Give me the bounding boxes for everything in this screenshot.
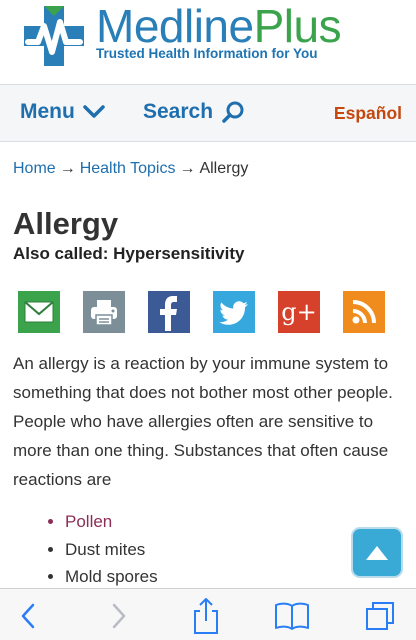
twitter-share-button[interactable]: [213, 291, 255, 333]
forward-icon: [112, 603, 126, 629]
rss-icon: [352, 300, 376, 324]
search-icon: [222, 101, 244, 123]
also-called-subtitle: Also called: Hypersensitivity: [13, 244, 245, 263]
breadcrumb: Home → Health Topics → Allergy: [13, 160, 248, 178]
chevron-down-icon: [83, 105, 105, 118]
email-icon: [24, 301, 54, 323]
search-label: Search: [143, 100, 214, 123]
tabs-icon: [366, 602, 394, 630]
back-button[interactable]: [10, 601, 46, 631]
search-button[interactable]: Search: [143, 100, 245, 124]
bookmarks-button[interactable]: [274, 601, 310, 631]
breadcrumb-separator: →: [59, 160, 76, 177]
forward-button[interactable]: [101, 601, 137, 631]
menu-button[interactable]: Menu: [20, 100, 105, 124]
intro-paragraph: An allergy is a reaction by your immune …: [13, 354, 393, 489]
google-plus-icon: g+: [281, 298, 317, 326]
rss-subscribe-button[interactable]: [343, 291, 385, 333]
share-icon: [194, 598, 218, 634]
google-plus-share-button[interactable]: g+: [278, 291, 320, 333]
twitter-icon: [219, 301, 248, 325]
logo-tagline: Trusted Health Information for You: [96, 46, 318, 61]
back-icon: [21, 603, 35, 629]
breadcrumb-home-link[interactable]: Home: [13, 160, 56, 177]
list-item-pollen-link[interactable]: Pollen: [65, 508, 158, 536]
print-button[interactable]: [83, 291, 125, 333]
list-item: Dust mites: [65, 536, 158, 564]
nav-bar: Menu Search Español: [0, 84, 416, 142]
allergen-list: Pollen Dust mites Mold spores: [13, 508, 158, 591]
logo-wordmark[interactable]: MedlinePlus: [96, 0, 342, 52]
share-button[interactable]: [188, 597, 224, 635]
menu-label: Menu: [20, 100, 75, 123]
list-item: Mold spores: [65, 563, 158, 591]
facebook-icon: [160, 296, 177, 331]
email-share-button[interactable]: [18, 291, 60, 333]
page-title: Allergy: [13, 206, 119, 241]
medlineplus-logo-icon[interactable]: [22, 4, 86, 68]
breadcrumb-separator: →: [179, 160, 196, 177]
back-to-top-button[interactable]: [351, 527, 403, 578]
share-icons: g+: [18, 291, 385, 333]
site-header: MedlinePlus Trusted Health Information f…: [0, 0, 416, 84]
logo-word-medline: Medline: [96, 0, 254, 52]
espanol-link[interactable]: Español: [334, 103, 402, 124]
print-icon: [91, 300, 117, 326]
tabs-button[interactable]: [362, 601, 398, 631]
breadcrumb-current: Allergy: [199, 160, 249, 177]
bookmarks-icon: [275, 602, 309, 630]
logo-word-plus: Plus: [253, 0, 342, 52]
facebook-share-button[interactable]: [148, 291, 190, 333]
breadcrumb-health-topics-link[interactable]: Health Topics: [80, 160, 176, 177]
browser-toolbar: [0, 588, 416, 640]
triangle-up-icon: [366, 545, 388, 560]
